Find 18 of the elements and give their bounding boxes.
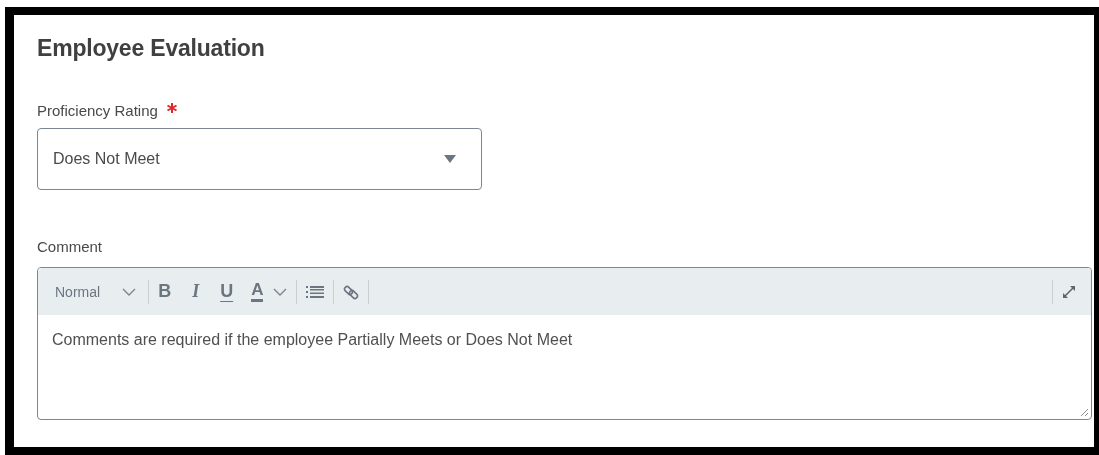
list-icon (306, 284, 325, 299)
expand-icon (1062, 284, 1076, 299)
bold-button[interactable]: B (149, 275, 181, 308)
rating-dropdown[interactable]: Does Not Meet (37, 128, 482, 190)
section-title: Employee Evaluation (37, 35, 266, 62)
resize-grip-icon (1079, 407, 1089, 417)
comment-editor[interactable]: Normal B I U A Comments are required if the employee Partially Meets or Does Not Meet (37, 267, 1092, 420)
text-color-button[interactable]: A (242, 275, 297, 308)
comment-text: Comments are required if the employee Partially Meets or Does Not Meet (52, 331, 574, 349)
chevron-icon (273, 287, 288, 296)
field-label: Proficiency Rating (37, 102, 158, 119)
italic-button[interactable]: I (180, 275, 212, 308)
field-label: Comment (37, 238, 103, 255)
dropdown-arrow-icon (444, 155, 456, 163)
style-dropdown[interactable]: Normal (46, 275, 149, 308)
chevron-icon (122, 287, 137, 296)
link-icon (343, 283, 360, 300)
underline-button[interactable]: U (211, 275, 243, 308)
